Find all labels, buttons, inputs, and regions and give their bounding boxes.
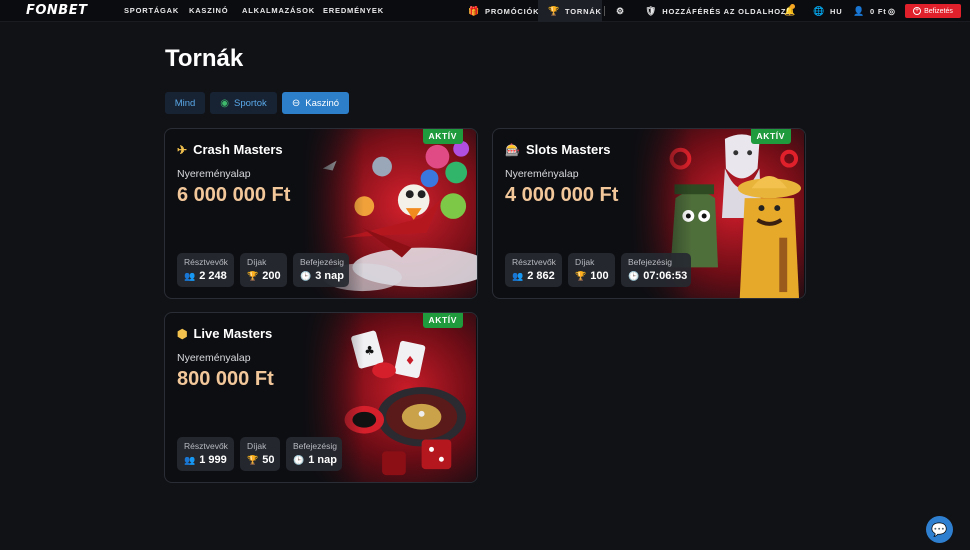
prize-pool-label: Nyereményalap bbox=[177, 168, 251, 180]
notifications-button[interactable]: 🔔 bbox=[784, 0, 796, 22]
nav-sports[interactable]: SPORTÁGAK bbox=[124, 6, 179, 15]
gift-icon: 🎁 bbox=[468, 5, 481, 16]
participants-value: 1 999 bbox=[199, 454, 227, 466]
filter-sports[interactable]: ◉ Sportok bbox=[210, 92, 277, 114]
sports-ball-icon: ◉ bbox=[220, 97, 229, 109]
tournament-card-crash-masters[interactable]: AKTÍV ✈ Crash Masters Nyereményalap 6 00… bbox=[164, 128, 478, 299]
prizes-label: Díjak bbox=[575, 257, 595, 267]
plus-circle-icon: + bbox=[913, 7, 922, 15]
status-badge: AKTÍV bbox=[422, 129, 463, 144]
page-title: Tornák bbox=[165, 45, 244, 72]
clock-icon: 🕒 bbox=[293, 454, 305, 465]
tournaments-link[interactable]: 🏆 TORNÁK bbox=[538, 0, 602, 22]
participants-label: Résztvevők bbox=[184, 257, 228, 267]
prize-pool-amount: 6 000 000 Ft bbox=[177, 184, 291, 206]
participants-stat: Résztvevők 👥 2 862 bbox=[505, 253, 562, 287]
tournament-title: ✈ Crash Masters bbox=[177, 142, 283, 157]
trophy-icon: 🏆 bbox=[548, 5, 561, 16]
tournament-title: ⬢ Live Masters bbox=[177, 326, 273, 341]
status-badge: AKTÍV bbox=[750, 129, 791, 144]
nav-results[interactable]: EREDMÉNYEK bbox=[323, 6, 384, 15]
prizes-label: Díjak bbox=[247, 441, 267, 451]
eye-off-icon: ◎ bbox=[888, 6, 896, 16]
ends-in-value: 3 nap bbox=[315, 270, 344, 282]
prizes-label: Díjak bbox=[247, 257, 267, 267]
prizes-value: 100 bbox=[590, 270, 609, 282]
site-access-link[interactable]: 🛡 HOZZÁFÉRÉS AZ OLDALHOZ bbox=[645, 0, 786, 22]
trophy-icon: 🏆 bbox=[247, 454, 259, 465]
fonbet-logo[interactable]: FONBET bbox=[26, 3, 87, 18]
clock-icon: 🕒 bbox=[628, 270, 640, 281]
ends-in-stat: Befejezésig 🕒 07:06:53 bbox=[621, 253, 691, 287]
deposit-button[interactable]: + Befizetés bbox=[905, 4, 961, 18]
ends-in-stat: Befejezésig 🕒 3 nap bbox=[293, 253, 349, 287]
ends-in-value: 1 nap bbox=[308, 454, 337, 466]
casino-chip-icon: ⊖ bbox=[291, 97, 301, 109]
prizes-value: 200 bbox=[262, 270, 281, 282]
participants-label: Résztvevők bbox=[184, 441, 228, 451]
ends-in-value: 07:06:53 bbox=[643, 270, 688, 282]
tournament-card-slots-masters[interactable]: AKTÍV 🎰 Slots Masters Nyereményalap 4 00… bbox=[492, 128, 806, 299]
nav-apps[interactable]: ALKALMAZÁSOK bbox=[242, 6, 315, 15]
gear-icon: ⚙ bbox=[616, 5, 625, 16]
user-circle-icon: 👤 bbox=[853, 5, 866, 16]
participants-stat: Résztvevők 👥 1 999 bbox=[177, 437, 234, 471]
shield-check-icon: 🛡 bbox=[645, 5, 658, 16]
status-badge: AKTÍV bbox=[422, 313, 463, 328]
globe-icon: 🌐 bbox=[813, 5, 826, 16]
prize-pool-label: Nyereményalap bbox=[177, 352, 251, 364]
account-balance[interactable]: 👤 0 Ft bbox=[853, 0, 887, 22]
notification-dot bbox=[790, 4, 795, 9]
slot-machine-icon: 🎰 bbox=[505, 142, 520, 157]
tournament-title: 🎰 Slots Masters bbox=[505, 142, 611, 157]
language-selector[interactable]: 🌐 HU bbox=[813, 0, 842, 22]
live-chat-button[interactable]: 💬 bbox=[926, 516, 953, 543]
prizes-stat: Díjak 🏆 200 bbox=[240, 253, 287, 287]
ends-in-stat: Befejezésig 🕒 1 nap bbox=[286, 437, 342, 471]
prizes-stat: Díjak 🏆 50 bbox=[240, 437, 280, 471]
nav-casino[interactable]: KASZINÓ bbox=[189, 6, 228, 15]
poker-chip-icon: ⬢ bbox=[177, 326, 188, 341]
hide-balance-button[interactable]: ◎ bbox=[888, 0, 896, 22]
clock-icon: 🕒 bbox=[300, 270, 312, 281]
participants-stat: Résztvevők 👥 2 248 bbox=[177, 253, 234, 287]
prizes-stat: Díjak 🏆 100 bbox=[568, 253, 615, 287]
ends-in-label: Befejezésig bbox=[628, 257, 672, 267]
chat-bubble-icon: 💬 bbox=[931, 521, 948, 537]
trophy-icon: 🏆 bbox=[575, 270, 587, 281]
ends-in-label: Befejezésig bbox=[293, 441, 337, 451]
nav-separator bbox=[604, 6, 605, 16]
prize-pool-amount: 4 000 000 Ft bbox=[505, 184, 619, 206]
users-icon: 👥 bbox=[184, 454, 196, 465]
prize-pool-label: Nyereményalap bbox=[505, 168, 579, 180]
promotions-link[interactable]: 🎁 PROMÓCIÓK bbox=[468, 0, 539, 22]
users-icon: 👥 bbox=[184, 270, 196, 281]
filter-casino[interactable]: ⊖ Kaszinó bbox=[282, 92, 349, 114]
participants-value: 2 862 bbox=[527, 270, 555, 282]
trophy-icon: 🏆 bbox=[247, 270, 259, 281]
ends-in-label: Befejezésig bbox=[300, 257, 344, 267]
settings-button[interactable]: ⚙ bbox=[616, 0, 625, 22]
tournament-card-live-masters[interactable]: ♣ ♦ AKTÍV ⬢ Live Masters Nyereményalap 8… bbox=[164, 312, 478, 483]
top-navigation-bar: FONBET SPORTÁGAK KASZINÓ ALKALMAZÁSOK ER… bbox=[0, 0, 970, 22]
filter-all[interactable]: Mind bbox=[165, 92, 205, 114]
participants-value: 2 248 bbox=[199, 270, 227, 282]
prizes-value: 50 bbox=[262, 454, 275, 466]
users-icon: 👥 bbox=[512, 270, 524, 281]
plane-icon: ✈ bbox=[177, 142, 188, 157]
prize-pool-amount: 800 000 Ft bbox=[177, 368, 274, 390]
participants-label: Résztvevők bbox=[512, 257, 556, 267]
